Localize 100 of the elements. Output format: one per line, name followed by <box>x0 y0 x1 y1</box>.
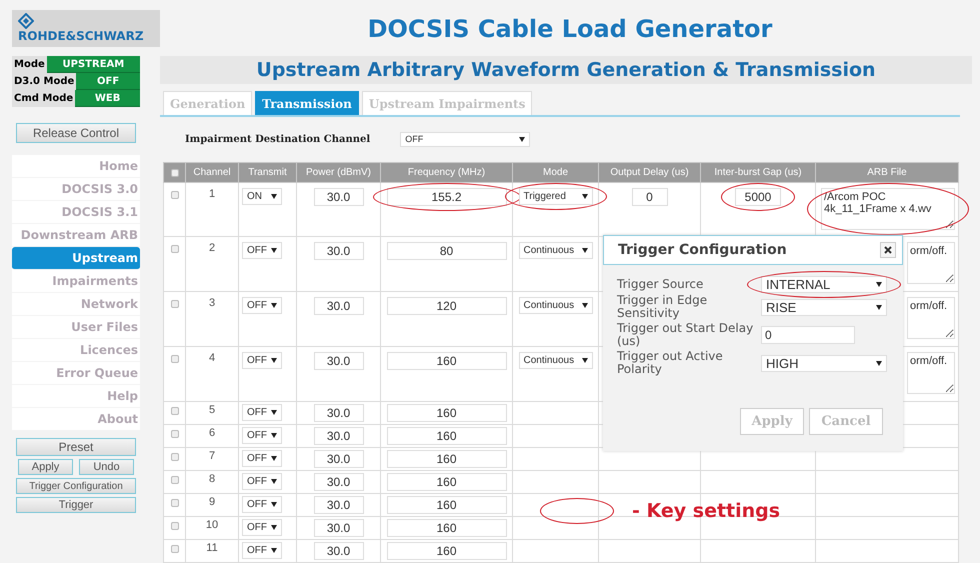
tab[interactable]: Transmission <box>255 91 359 115</box>
mode-dropdown[interactable]: Continuous <box>518 297 592 314</box>
power-field[interactable]: 30.0 <box>314 352 364 370</box>
dropdown-value: OFF <box>247 355 267 366</box>
app-title: DOCSIS Cable Load Generator <box>368 14 772 42</box>
dropdown-value: HIGH <box>766 356 798 370</box>
power-field[interactable]: 30.0 <box>314 188 364 206</box>
caret-icon <box>876 282 882 286</box>
row-checkbox[interactable] <box>170 191 178 199</box>
caret-icon <box>271 194 277 199</box>
mode-dropdown[interactable]: Continuous <box>518 352 592 369</box>
trigger-configuration-button[interactable]: Trigger Configuration <box>16 478 136 494</box>
arb-file-field[interactable]: orm/off. <box>907 297 955 339</box>
row-checkbox[interactable] <box>170 499 178 507</box>
column-header: ARB File <box>816 162 958 182</box>
dropdown-value: Continuous <box>524 300 574 311</box>
transmit-dropdown[interactable]: OFF <box>242 297 282 314</box>
transmit-dropdown[interactable]: OFF <box>242 450 282 467</box>
field-label: Trigger out Active Polarity <box>617 350 724 376</box>
frequency-field[interactable]: 160 <box>386 352 506 370</box>
power-field[interactable]: 30.0 <box>314 542 364 560</box>
row-checkbox[interactable] <box>170 522 178 530</box>
frequency-field[interactable]: 160 <box>386 427 506 445</box>
power-field[interactable]: 30.0 <box>314 427 364 445</box>
burst-gap-field[interactable]: 5000 <box>735 188 781 206</box>
mode-dropdown[interactable]: Continuous <box>518 242 592 259</box>
release-control-button[interactable]: Release Control <box>16 123 136 143</box>
frequency-field[interactable]: 160 <box>386 450 506 468</box>
caret-icon <box>876 360 882 366</box>
diamond-logo-icon <box>18 13 34 29</box>
dropdown-value: OFF <box>247 430 267 441</box>
row-checkbox[interactable] <box>170 545 178 553</box>
power-field[interactable]: 30.0 <box>314 242 364 260</box>
caret-icon <box>582 248 588 253</box>
status-value: UPSTREAM <box>46 56 140 73</box>
transmit-dropdown[interactable]: ON <box>242 188 282 205</box>
frequency-field[interactable]: 160 <box>386 496 506 514</box>
select-all-checkbox[interactable] <box>170 168 178 176</box>
column-header: Frequency (MHz) <box>380 162 512 182</box>
status-value: OFF <box>76 73 140 90</box>
row-checkbox[interactable] <box>170 300 178 308</box>
frequency-field[interactable]: 160 <box>386 473 506 491</box>
transmit-dropdown[interactable]: OFF <box>242 496 282 513</box>
dialog-title: Trigger Configuration <box>618 242 787 258</box>
transmit-dropdown[interactable]: OFF <box>242 427 282 444</box>
transmit-dropdown[interactable]: OFF <box>242 542 282 559</box>
trigger-button[interactable]: Trigger <box>16 497 136 513</box>
start-delay-field[interactable]: 0 <box>761 326 855 344</box>
frequency-field[interactable]: 160 <box>386 404 506 422</box>
dropdown-value: OFF <box>247 453 267 464</box>
status-label: D3.0 Mode <box>13 75 76 89</box>
caret-icon <box>271 248 277 253</box>
power-field[interactable]: 30.0 <box>314 297 364 315</box>
power-field[interactable]: 30.0 <box>314 496 364 514</box>
power-field[interactable]: 30.0 <box>314 519 364 537</box>
row-checkbox[interactable] <box>170 245 178 253</box>
field-label: Trigger out Start Delay (us) <box>617 322 754 348</box>
row-checkbox[interactable] <box>170 453 178 461</box>
arb-file-field[interactable]: orm/off. <box>907 242 955 284</box>
frequency-field[interactable]: 160 <box>386 519 506 537</box>
channel-cell: 2 <box>186 236 238 292</box>
caret-icon <box>271 525 277 530</box>
dropdown-value: OFF <box>247 545 267 556</box>
transmit-dropdown[interactable]: OFF <box>242 473 282 490</box>
dropdown-value: OFF <box>405 134 424 144</box>
impairment-channel-dropdown[interactable]: OFF <box>400 132 530 146</box>
transmit-dropdown[interactable]: OFF <box>242 242 282 259</box>
close-button[interactable] <box>880 242 896 258</box>
arb-file-field[interactable]: /Arcom POC 4k_11_1Frame x 4.wv <box>821 188 955 230</box>
row-checkbox[interactable] <box>170 407 178 415</box>
logo-text: ROHDE&SCHWARZ <box>18 29 145 43</box>
channel-cell: 6 <box>186 424 238 448</box>
transmit-dropdown[interactable]: OFF <box>242 352 282 369</box>
dropdown-value: Continuous <box>524 245 574 256</box>
trigger-dropdown[interactable]: RISE <box>761 298 887 316</box>
power-field[interactable]: 30.0 <box>314 404 364 422</box>
transmit-dropdown[interactable]: OFF <box>242 404 282 421</box>
close-icon <box>884 246 892 254</box>
frequency-field[interactable]: 120 <box>386 297 506 315</box>
channel-cell: 10 <box>186 516 238 540</box>
mode-dropdown[interactable]: Triggered <box>518 188 592 205</box>
apply-button[interactable]: Apply <box>18 459 73 475</box>
channel-cell: 9 <box>186 494 238 516</box>
power-field[interactable]: 30.0 <box>314 473 364 491</box>
output-delay-field[interactable]: 0 <box>632 188 668 206</box>
nav-item[interactable]: Upstream <box>12 247 140 270</box>
trigger-dropdown[interactable]: INTERNAL <box>761 276 887 292</box>
row-checkbox[interactable] <box>170 355 178 363</box>
preset-button[interactable]: Preset <box>16 438 136 456</box>
frequency-field[interactable]: 155.2 <box>386 188 506 206</box>
arb-file-field[interactable]: orm/off. <box>907 352 955 394</box>
frequency-field[interactable]: 80 <box>386 242 506 260</box>
trigger-dropdown[interactable]: HIGH <box>761 354 887 372</box>
row-checkbox[interactable] <box>170 476 178 484</box>
transmit-dropdown[interactable]: OFF <box>242 519 282 536</box>
row-checkbox[interactable] <box>170 430 178 438</box>
undo-button[interactable]: Undo <box>79 459 134 475</box>
caret-icon <box>876 304 882 310</box>
power-field[interactable]: 30.0 <box>314 450 364 468</box>
frequency-field[interactable]: 160 <box>386 542 506 560</box>
